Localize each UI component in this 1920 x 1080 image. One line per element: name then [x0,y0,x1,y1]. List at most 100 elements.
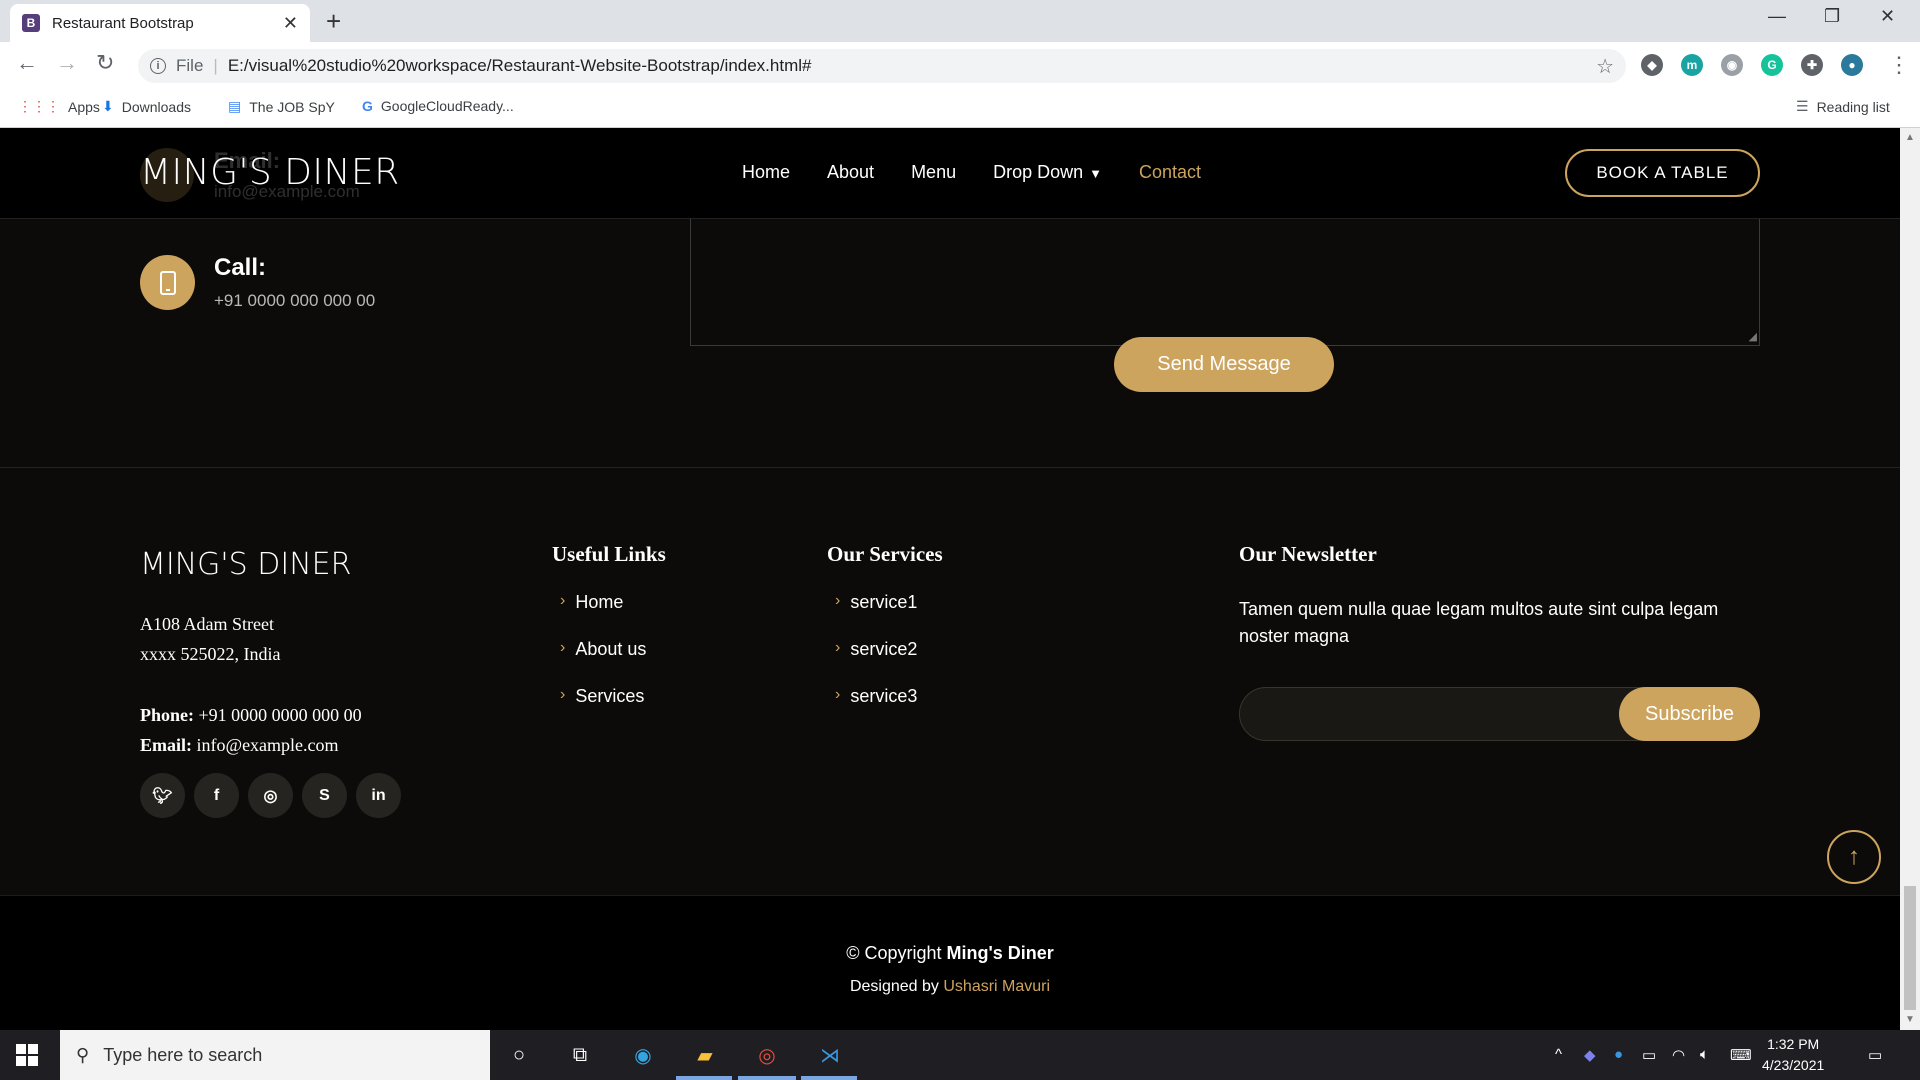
window-close-icon[interactable]: ✕ [1880,6,1895,27]
bookmark-apps[interactable]: ⋮⋮⋮ Apps [18,98,100,115]
site-header: Email: info@example.com MING'S DINER Hom… [0,128,1900,219]
task-view-icon[interactable]: ⧉ [565,1040,595,1070]
designer-link[interactable]: Ushasri Mavuri [943,978,1050,995]
scrollbar-thumb[interactable] [1904,886,1916,1010]
subscribe-button[interactable]: Subscribe [1619,687,1760,741]
resize-grip-icon[interactable]: ◢ [1749,330,1757,343]
instagram-icon[interactable]: ◎ [248,773,293,818]
bookmark-label: Downloads [121,98,191,115]
cortana-icon[interactable]: ○ [504,1040,534,1070]
footer-link-service3[interactable]: › service3 [827,686,917,733]
info-icon[interactable]: i [150,58,166,74]
vscode-icon[interactable]: ⋊ [815,1040,845,1070]
bookmarks-bar: ⋮⋮⋮ Apps ⬇ Downloads ▤ The JOB SpY G Goo… [0,88,1920,128]
browser-tab-bar: B Restaurant Bootstrap ✕ + — ❐ ✕ [0,0,1920,42]
forward-icon[interactable]: → [56,50,78,76]
profile-avatar[interactable]: ● [1841,54,1863,76]
call-value: +91 0000 000 000 00 [214,291,376,310]
close-tab-icon[interactable]: ✕ [283,13,298,34]
m-extension-icon[interactable]: m [1681,54,1703,76]
useful-links-title: Useful Links [552,542,666,566]
nav-about[interactable]: About [827,162,874,183]
battery-icon[interactable]: ▭ [1642,1046,1656,1064]
copyright-name: Ming's Diner [946,943,1054,963]
grammarly-extension-icon[interactable]: G [1761,54,1783,76]
zoom-icon[interactable]: ● [1614,1046,1623,1063]
vscode-active-indicator [801,1076,857,1080]
bookmark-label: GoogleCloudReady... [380,98,514,114]
address-separator: | [213,56,218,75]
address-bar[interactable]: i File | E:/visual%20studio%20workspace/… [138,49,1626,83]
book-table-button[interactable]: BOOK A TABLE [1565,149,1760,197]
page-scrollbar[interactable]: ▲ ▼ [1900,128,1920,1030]
footer-logo: MING'S DINER [140,547,352,582]
teams-icon[interactable]: ◆ [1584,1046,1596,1064]
address-scheme: File [176,56,204,75]
keyboard-icon[interactable]: ⌨ [1730,1046,1752,1064]
link-label: service3 [850,686,918,706]
system-clock[interactable]: 1:32 PM 4/23/2021 [1762,1034,1824,1076]
nav-home[interactable]: Home [742,162,790,183]
search-icon: ⚲ [76,1044,90,1065]
nav-menu[interactable]: Menu [911,162,956,183]
scroll-down-icon[interactable]: ▼ [1905,1014,1915,1025]
bookmark-star-icon[interactable]: ☆ [1596,54,1614,79]
apps-grid-icon: ⋮⋮⋮ [18,98,60,114]
linkedin-icon[interactable]: in [356,773,401,818]
chrome-menu-icon[interactable]: ⋮ [1888,52,1910,78]
footer-contact: Phone: +91 0000 0000 000 00 Email: info@… [140,700,362,760]
reload-icon[interactable]: ↻ [96,50,114,76]
tray-overflow-icon[interactable]: ^ [1555,1046,1562,1063]
link-label: Home [575,592,624,612]
reading-list-label: Reading list [1816,98,1890,115]
browser-tab[interactable]: B Restaurant Bootstrap ✕ [10,4,310,42]
minimize-icon[interactable]: — [1768,6,1786,27]
send-message-button[interactable]: Send Message [1114,337,1334,392]
scroll-up-icon[interactable]: ▲ [1905,132,1915,143]
browser-toolbar: ← → ↻ i File | E:/visual%20studio%20work… [0,42,1920,88]
facebook-icon[interactable]: f [194,773,239,818]
file-explorer-icon[interactable]: ▰ [690,1040,720,1070]
bookmark-downloads[interactable]: ⬇ Downloads [102,98,191,115]
skype-icon[interactable]: S [302,773,347,818]
footer-link-about[interactable]: › About us [552,639,646,686]
copyright: © Copyright Ming's Diner [0,943,1900,964]
bookmark-job-spy[interactable]: ▤ The JOB SpY [228,98,335,115]
chrome-icon[interactable]: ◎ [752,1040,782,1070]
newsletter-email-input[interactable]: Subscribe [1239,687,1760,741]
twitter-icon[interactable]: 🐦︎ [140,773,185,818]
site-logo[interactable]: MING'S DINER [140,152,400,193]
restore-icon[interactable]: ❐ [1824,6,1840,27]
nav-dropdown[interactable]: Drop Down ▼ [993,162,1102,183]
credits: Designed by Ushasri Mavuri [0,978,1900,996]
new-tab-icon[interactable]: + [326,6,341,37]
message-textarea[interactable]: ◢ [690,218,1760,346]
taskbar-search[interactable]: ⚲ Type here to search [60,1030,490,1080]
footer-link-services[interactable]: › Services [552,686,646,733]
phone-label: Phone: [140,705,194,725]
reading-list[interactable]: ☰ Reading list [1796,98,1890,115]
search-placeholder: Type here to search [103,1044,263,1065]
footer-link-home[interactable]: › Home [552,592,646,639]
main-nav: Home About Menu Drop Down ▼ Contact [742,162,1201,183]
back-icon[interactable]: ← [16,50,38,76]
address-url[interactable]: E:/visual%20studio%20workspace/Restauran… [228,56,1596,76]
camera-extension-icon[interactable]: ◉ [1721,54,1743,76]
volume-icon[interactable]: 🔈︎ [1700,1046,1709,1063]
address-line-2: xxxx 525022, India [140,644,281,664]
address-line-1: A108 Adam Street [140,614,274,634]
windows-start-icon[interactable] [16,1044,38,1066]
wifi-icon[interactable]: ◠ [1672,1046,1685,1064]
notifications-icon[interactable]: ▭ [1868,1046,1882,1064]
download-icon: ⬇ [102,98,114,114]
back-to-top-button[interactable]: ↑ [1827,830,1881,884]
puzzle-extensions-icon[interactable]: ✚ [1801,54,1823,76]
edge-icon[interactable]: ◉ [628,1040,658,1070]
footer-link-service1[interactable]: › service1 [827,592,917,639]
shield-extension-icon[interactable]: ◆ [1641,54,1663,76]
bookmark-google-cloud[interactable]: G GoogleCloudReady... [362,98,514,114]
footer-link-service2[interactable]: › service2 [827,639,917,686]
explorer-active-indicator [676,1076,732,1080]
chevron-down-icon: ▼ [1089,166,1103,181]
nav-contact[interactable]: Contact [1139,162,1201,183]
